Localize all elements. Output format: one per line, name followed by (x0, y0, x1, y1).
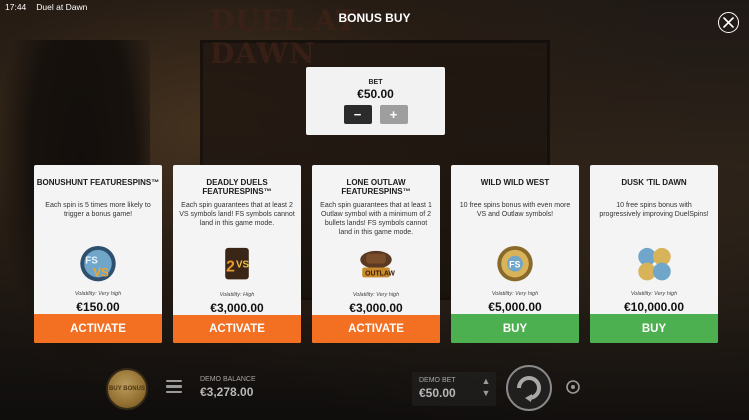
svg-text:VS: VS (236, 260, 250, 271)
card-volatility: Volatility: Very high (352, 291, 400, 298)
bonus-card-lone-outlaw: LONE OUTLAW FEATURESPINS™ Each spin guar… (312, 165, 440, 343)
svg-text:OUTLAW: OUTLAW (365, 271, 395, 278)
bet-label: BET (368, 79, 383, 86)
menu-icon[interactable] (166, 380, 182, 394)
demo-balance-value: €3,278.00 (200, 385, 254, 399)
bet-increase-button[interactable]: + (379, 105, 408, 124)
bet-stepper-icon[interactable]: ▲ ▼ (480, 375, 492, 399)
svg-text:FS: FS (509, 260, 520, 270)
autoplay-icon[interactable] (564, 378, 582, 396)
card-title: WILD WILD WEST (480, 178, 550, 187)
card-price: €3,000.00 (210, 300, 264, 315)
card-title: LONE OUTLAW FEATURESPINS™ (341, 178, 411, 196)
card-description: Each spin guarantees that at least 1 Out… (320, 202, 432, 236)
bonus-card-dusk-til-dawn: DUSK 'TIL DAWN 10 free spins bonus with … (590, 165, 718, 343)
svg-text:2: 2 (226, 259, 235, 276)
close-icon (723, 17, 734, 28)
buy-button[interactable]: BUY (451, 314, 579, 343)
card-description: Each spin guarantees that at least 2 VS … (179, 202, 295, 227)
bet-panel: BET €50.00 − + (306, 67, 445, 135)
deadly-duels-icon: 2 VS (225, 248, 250, 280)
demo-bet-label: DEMO BET (419, 377, 456, 384)
bonus-cards: BONUSHUNT FEATURESPINS™ Each spin is 5 t… (34, 165, 718, 343)
card-price: €150.00 (76, 300, 120, 315)
close-button[interactable] (718, 12, 739, 33)
demo-bet-value: €50.00 (419, 386, 456, 400)
card-volatility: Volatility: High (219, 291, 255, 298)
card-title: DEADLY DUELS FEATURESPINS™ (202, 178, 272, 196)
card-price: €10,000.00 (623, 300, 685, 315)
dusk-til-dawn-icon (638, 248, 671, 281)
bonus-buy-button[interactable]: BUY BONUS (106, 368, 148, 410)
card-title: DUSK 'TIL DAWN (621, 178, 687, 187)
activate-button[interactable]: ACTIVATE (312, 314, 440, 343)
bonus-card-bonushunt: BONUSHUNT FEATURESPINS™ Each spin is 5 t… (34, 165, 162, 343)
demo-bet-panel: DEMO BET €50.00 ▲ ▼ (412, 372, 496, 406)
bonus-card-deadly-duels: DEADLY DUELS FEATURESPINS™ Each spin gua… (173, 165, 301, 343)
card-description: Each spin is 5 times more likely to trig… (45, 201, 151, 218)
spin-button[interactable] (505, 364, 553, 412)
bet-value: €50.00 (357, 87, 394, 101)
activate-button[interactable]: ACTIVATE (34, 314, 162, 343)
card-volatility: Volatility: Very high (630, 291, 678, 298)
wild-wild-west-icon: FS (497, 246, 533, 282)
card-volatility: Volatility: Very high (74, 291, 122, 298)
bet-decrease-button[interactable]: − (343, 105, 372, 124)
card-price: €3,000.00 (349, 300, 403, 315)
lone-outlaw-icon: OUTLAW (360, 251, 395, 278)
card-description: 10 free spins bonus with even more VS an… (459, 201, 571, 218)
card-price: €5,000.00 (488, 300, 542, 315)
svg-text:VS: VS (93, 266, 109, 280)
card-volatility: Volatility: Very high (491, 291, 539, 298)
demo-balance-label: DEMO BALANCE (200, 376, 256, 383)
modal-title: BONUS BUY (338, 11, 411, 25)
buy-button[interactable]: BUY (590, 314, 718, 343)
activate-button[interactable]: ACTIVATE (173, 314, 301, 343)
card-description: 10 free spins bonus with progressively i… (599, 201, 709, 218)
card-title: BONUSHUNT FEATURESPINS™ (36, 178, 160, 187)
bonushunt-icon: FS VS (80, 246, 116, 282)
bonus-card-wild-wild-west: WILD WILD WEST 10 free spins bonus with … (451, 165, 579, 343)
